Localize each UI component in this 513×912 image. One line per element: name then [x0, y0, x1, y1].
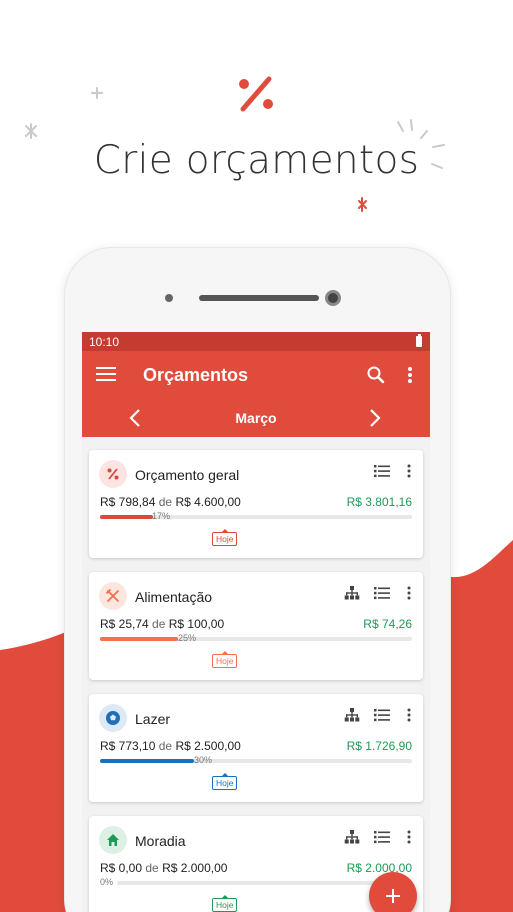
budget-amounts: R$ 25,74 de R$ 100,00	[100, 617, 224, 631]
of-label: de	[145, 861, 159, 875]
remaining-amount: R$ 3.801,16	[346, 495, 412, 509]
status-bar: 10:10	[82, 332, 430, 351]
budget-amounts: R$ 773,10 de R$ 2.500,00	[100, 739, 241, 753]
menu-icon[interactable]	[96, 367, 116, 383]
spent-amount: R$ 798,84	[100, 495, 156, 509]
add-budget-button[interactable]	[369, 872, 417, 912]
today-marker: Hoje	[212, 895, 238, 912]
more-options-icon[interactable]	[407, 366, 413, 384]
promo-headline: Crie orçamentos	[93, 138, 420, 183]
percent-logo-icon	[239, 76, 273, 112]
progress-track	[100, 759, 412, 763]
card-more-icon[interactable]	[407, 464, 411, 478]
phone-sensor	[165, 294, 173, 302]
progress-percent: 0%	[100, 877, 114, 887]
card-more-icon[interactable]	[407, 586, 411, 600]
list-icon[interactable]	[374, 708, 390, 722]
progress-fill	[100, 515, 154, 519]
budget-name: Orçamento geral	[135, 467, 240, 483]
limit-amount: R$ 4.600,00	[175, 495, 241, 509]
budget-amounts: R$ 0,00 de R$ 2.000,00	[100, 861, 227, 875]
progress-percent: 30%	[194, 755, 213, 765]
of-label: de	[158, 739, 173, 753]
list-icon[interactable]	[374, 586, 390, 600]
today-marker: Hoje	[212, 651, 238, 668]
budget-name: Lazer	[135, 711, 171, 727]
budget-amounts: R$ 798,84 de R$ 4.600,00	[100, 495, 241, 509]
budget-card-general[interactable]: Orçamento geral R$ 798,84 de R$ 4.600,00…	[89, 450, 423, 558]
plus-icon	[386, 889, 400, 903]
subcategories-icon[interactable]	[344, 830, 360, 844]
subcategories-icon[interactable]	[344, 708, 360, 722]
status-time: 10:10	[89, 334, 120, 349]
home-icon	[99, 826, 127, 854]
today-marker: Hoje	[212, 773, 238, 790]
app-title: Orçamentos	[143, 365, 249, 385]
subcategories-icon[interactable]	[344, 586, 360, 600]
card-more-icon[interactable]	[407, 708, 411, 722]
progress-track	[100, 637, 412, 641]
card-more-icon[interactable]	[407, 830, 411, 844]
list-icon[interactable]	[374, 464, 390, 478]
progress-percent: 25%	[178, 633, 197, 643]
limit-amount: R$ 100,00	[168, 617, 225, 631]
of-label: de	[158, 495, 173, 509]
limit-amount: R$ 2.000,00	[162, 861, 228, 875]
spent-amount: R$ 773,10	[100, 739, 156, 753]
progress-percent: 17%	[152, 511, 171, 521]
soccer-ball-icon	[99, 704, 127, 732]
search-icon[interactable]	[366, 365, 386, 385]
remaining-amount: R$ 74,26	[363, 617, 412, 631]
of-label: de	[152, 617, 166, 631]
budget-card-food[interactable]: Alimentação R$ 25,74 de R$ 100,00 R$ 74,…	[89, 572, 423, 680]
remaining-amount: R$ 1.726,90	[346, 739, 412, 753]
progress-fill	[100, 637, 178, 641]
spent-amount: R$ 25,74	[100, 617, 149, 631]
progress-track	[117, 881, 412, 885]
progress-fill	[100, 759, 194, 763]
battery-icon	[416, 334, 422, 347]
budget-name: Alimentação	[135, 589, 213, 605]
phone-camera	[325, 290, 341, 306]
budget-card-leisure[interactable]: Lazer R$ 773,10 de R$ 2.500,00 R$ 1.726,…	[89, 694, 423, 802]
month-selector: Março	[82, 407, 430, 429]
next-month-chevron-icon[interactable]	[368, 408, 382, 428]
fork-knife-icon	[99, 582, 127, 610]
limit-amount: R$ 2.500,00	[175, 739, 241, 753]
phone-speaker	[199, 295, 319, 301]
spent-amount: R$ 0,00	[100, 861, 143, 875]
list-icon[interactable]	[374, 830, 390, 844]
app-screen: 10:10 Orçamentos Março Orçamento geral R…	[82, 332, 430, 912]
app-bar: Orçamentos Março	[82, 351, 430, 437]
progress-track	[100, 515, 412, 519]
today-marker: Hoje	[212, 529, 238, 546]
budget-name: Moradia	[135, 833, 186, 849]
percent-icon	[99, 460, 127, 488]
